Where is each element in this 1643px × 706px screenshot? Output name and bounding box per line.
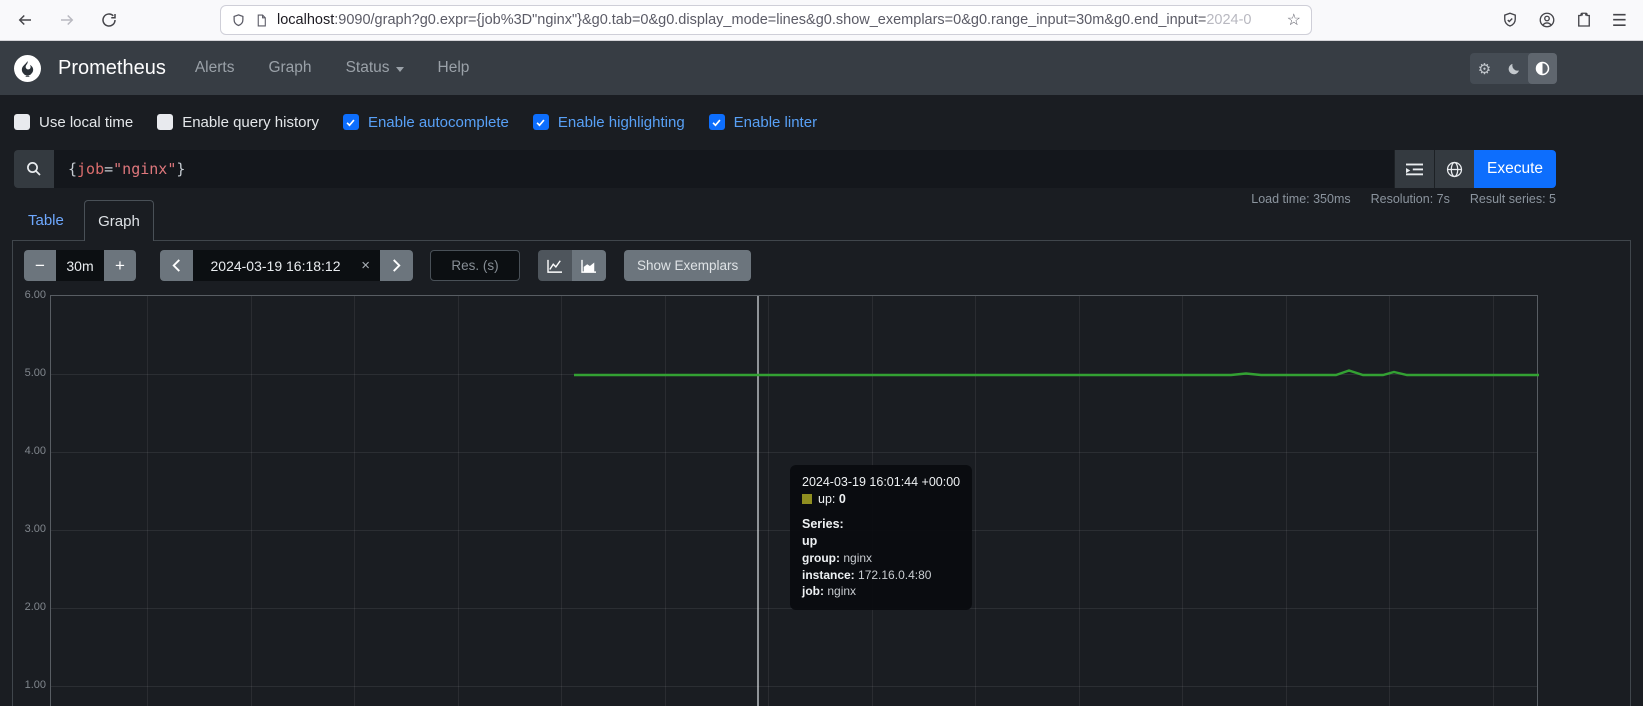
back-icon[interactable] (16, 11, 34, 29)
check-icon (711, 117, 722, 128)
light-theme-button[interactable]: ⚙ (1470, 53, 1499, 84)
chevron-left-icon (171, 259, 182, 272)
shield-icon[interactable] (231, 12, 246, 29)
globe-icon (1446, 161, 1463, 178)
account-icon[interactable] (1538, 11, 1556, 29)
enable-autocomplete-option[interactable]: Enable autocomplete (343, 114, 509, 131)
resolution: Resolution: 7s (1371, 192, 1450, 206)
half-circle-icon (1535, 61, 1550, 76)
checkbox[interactable] (343, 114, 359, 130)
time-back-button[interactable] (160, 250, 193, 281)
resolution-input[interactable]: Res. (s) (430, 250, 520, 281)
checkbox[interactable] (533, 114, 549, 130)
forward-icon[interactable] (58, 11, 76, 29)
prometheus-logo-icon[interactable] (14, 55, 41, 82)
tab-table[interactable]: Table (28, 212, 64, 229)
stacked-mode-button[interactable] (572, 250, 606, 281)
chevron-right-icon (391, 259, 402, 272)
enable-highlighting-option[interactable]: Enable highlighting (533, 114, 685, 131)
query-stats: Load time: 350ms Resolution: 7s Result s… (1251, 192, 1556, 206)
enable-query-history-option[interactable]: Enable query history (157, 114, 319, 131)
datetime-input[interactable]: 2024-03-19 16:18:12 × (193, 250, 380, 281)
search-addon (14, 150, 54, 188)
theme-toggle-group: ⚙ (1470, 53, 1557, 84)
tooltip-metric-name: up (802, 533, 960, 550)
check-icon (535, 117, 546, 128)
show-exemplars-button[interactable]: Show Exemplars (624, 250, 751, 281)
reload-icon[interactable] (100, 11, 118, 29)
gear-sun-icon: ⚙ (1478, 60, 1491, 78)
tooltip-label-row: group: nginx (802, 550, 960, 567)
series-line (574, 371, 1539, 376)
menu-icon[interactable]: ☰ (1612, 12, 1627, 29)
nav-item-graph[interactable]: Graph (268, 59, 311, 77)
extensions-icon[interactable] (1575, 11, 1593, 29)
enable-linter-option[interactable]: Enable linter (709, 114, 817, 131)
tooltip-value-row: up: 0 (802, 491, 960, 508)
metrics-explorer-button[interactable] (1394, 150, 1434, 188)
y-tick: 3.00 (10, 523, 46, 535)
tooltip-series-heading: Series: (802, 516, 960, 533)
use-local-time-option[interactable]: Use local time (14, 114, 133, 131)
brand-title[interactable]: Prometheus (58, 57, 166, 80)
y-tick: 6.00 (10, 289, 46, 301)
graph-tooltip: 2024-03-19 16:01:44 +00:00 up: 0 Series:… (790, 465, 972, 610)
prometheus-navbar: Prometheus Alerts Graph Status Help ⚙ (0, 41, 1643, 95)
range-increase-button[interactable]: + (104, 250, 136, 281)
time-control-group: 2024-03-19 16:18:12 × (160, 250, 413, 281)
tooltip-label-row: job: nginx (802, 583, 960, 600)
load-time: Load time: 350ms (1251, 192, 1350, 206)
tooltip-label-row: instance: 172.16.0.4:80 (802, 567, 960, 584)
dark-theme-button[interactable] (1499, 53, 1528, 84)
line-chart-icon (547, 259, 563, 273)
checkbox[interactable] (709, 114, 725, 130)
result-series: Result series: 5 (1470, 192, 1556, 206)
url-text[interactable]: localhost:9090/graph?g0.expr={job%3D"ngi… (277, 12, 1278, 28)
expression-input[interactable]: {job="nginx"} (54, 150, 1394, 188)
clear-time-icon[interactable]: × (361, 257, 370, 274)
range-decrease-button[interactable]: − (24, 250, 56, 281)
privacy-shield-icon[interactable] (1501, 11, 1519, 29)
bookmark-star-icon[interactable]: ☆ (1287, 10, 1301, 30)
y-tick: 1.00 (10, 679, 46, 691)
execute-button[interactable]: Execute (1474, 150, 1556, 188)
chevron-down-icon (396, 67, 404, 72)
stacked-chart-icon (581, 259, 597, 273)
metrics-explorer-icon (1406, 162, 1423, 177)
browser-toolbar: localhost:9090/graph?g0.expr={job%3D"ngi… (0, 0, 1643, 41)
check-icon (345, 117, 356, 128)
tab-graph[interactable]: Graph (84, 200, 154, 241)
nav-item-help[interactable]: Help (438, 59, 470, 77)
checkbox[interactable] (14, 114, 30, 130)
y-tick: 4.00 (10, 445, 46, 457)
search-icon (26, 161, 42, 177)
nav-item-status[interactable]: Status (346, 59, 404, 77)
line-mode-button[interactable] (538, 250, 572, 281)
series-color-swatch (802, 494, 812, 504)
page-icon (255, 13, 268, 28)
checkbox[interactable] (157, 114, 173, 130)
time-forward-button[interactable] (380, 250, 413, 281)
y-tick: 5.00 (10, 367, 46, 379)
moon-icon (1507, 62, 1521, 76)
tooltip-timestamp: 2024-03-19 16:01:44 +00:00 (802, 474, 960, 491)
y-tick: 2.00 (10, 601, 46, 613)
query-bar: {job="nginx"} Execute (14, 150, 1556, 188)
auto-theme-button[interactable] (1528, 53, 1557, 84)
address-bar[interactable]: localhost:9090/graph?g0.expr={job%3D"ngi… (220, 5, 1312, 35)
query-options-row: Use local time Enable query history Enab… (14, 96, 817, 148)
range-input[interactable]: 30m (56, 250, 104, 281)
explain-globe-button[interactable] (1434, 150, 1474, 188)
display-mode-group (538, 250, 606, 281)
nav-item-alerts[interactable]: Alerts (195, 59, 235, 77)
range-control-group: − 30m + (24, 250, 136, 281)
